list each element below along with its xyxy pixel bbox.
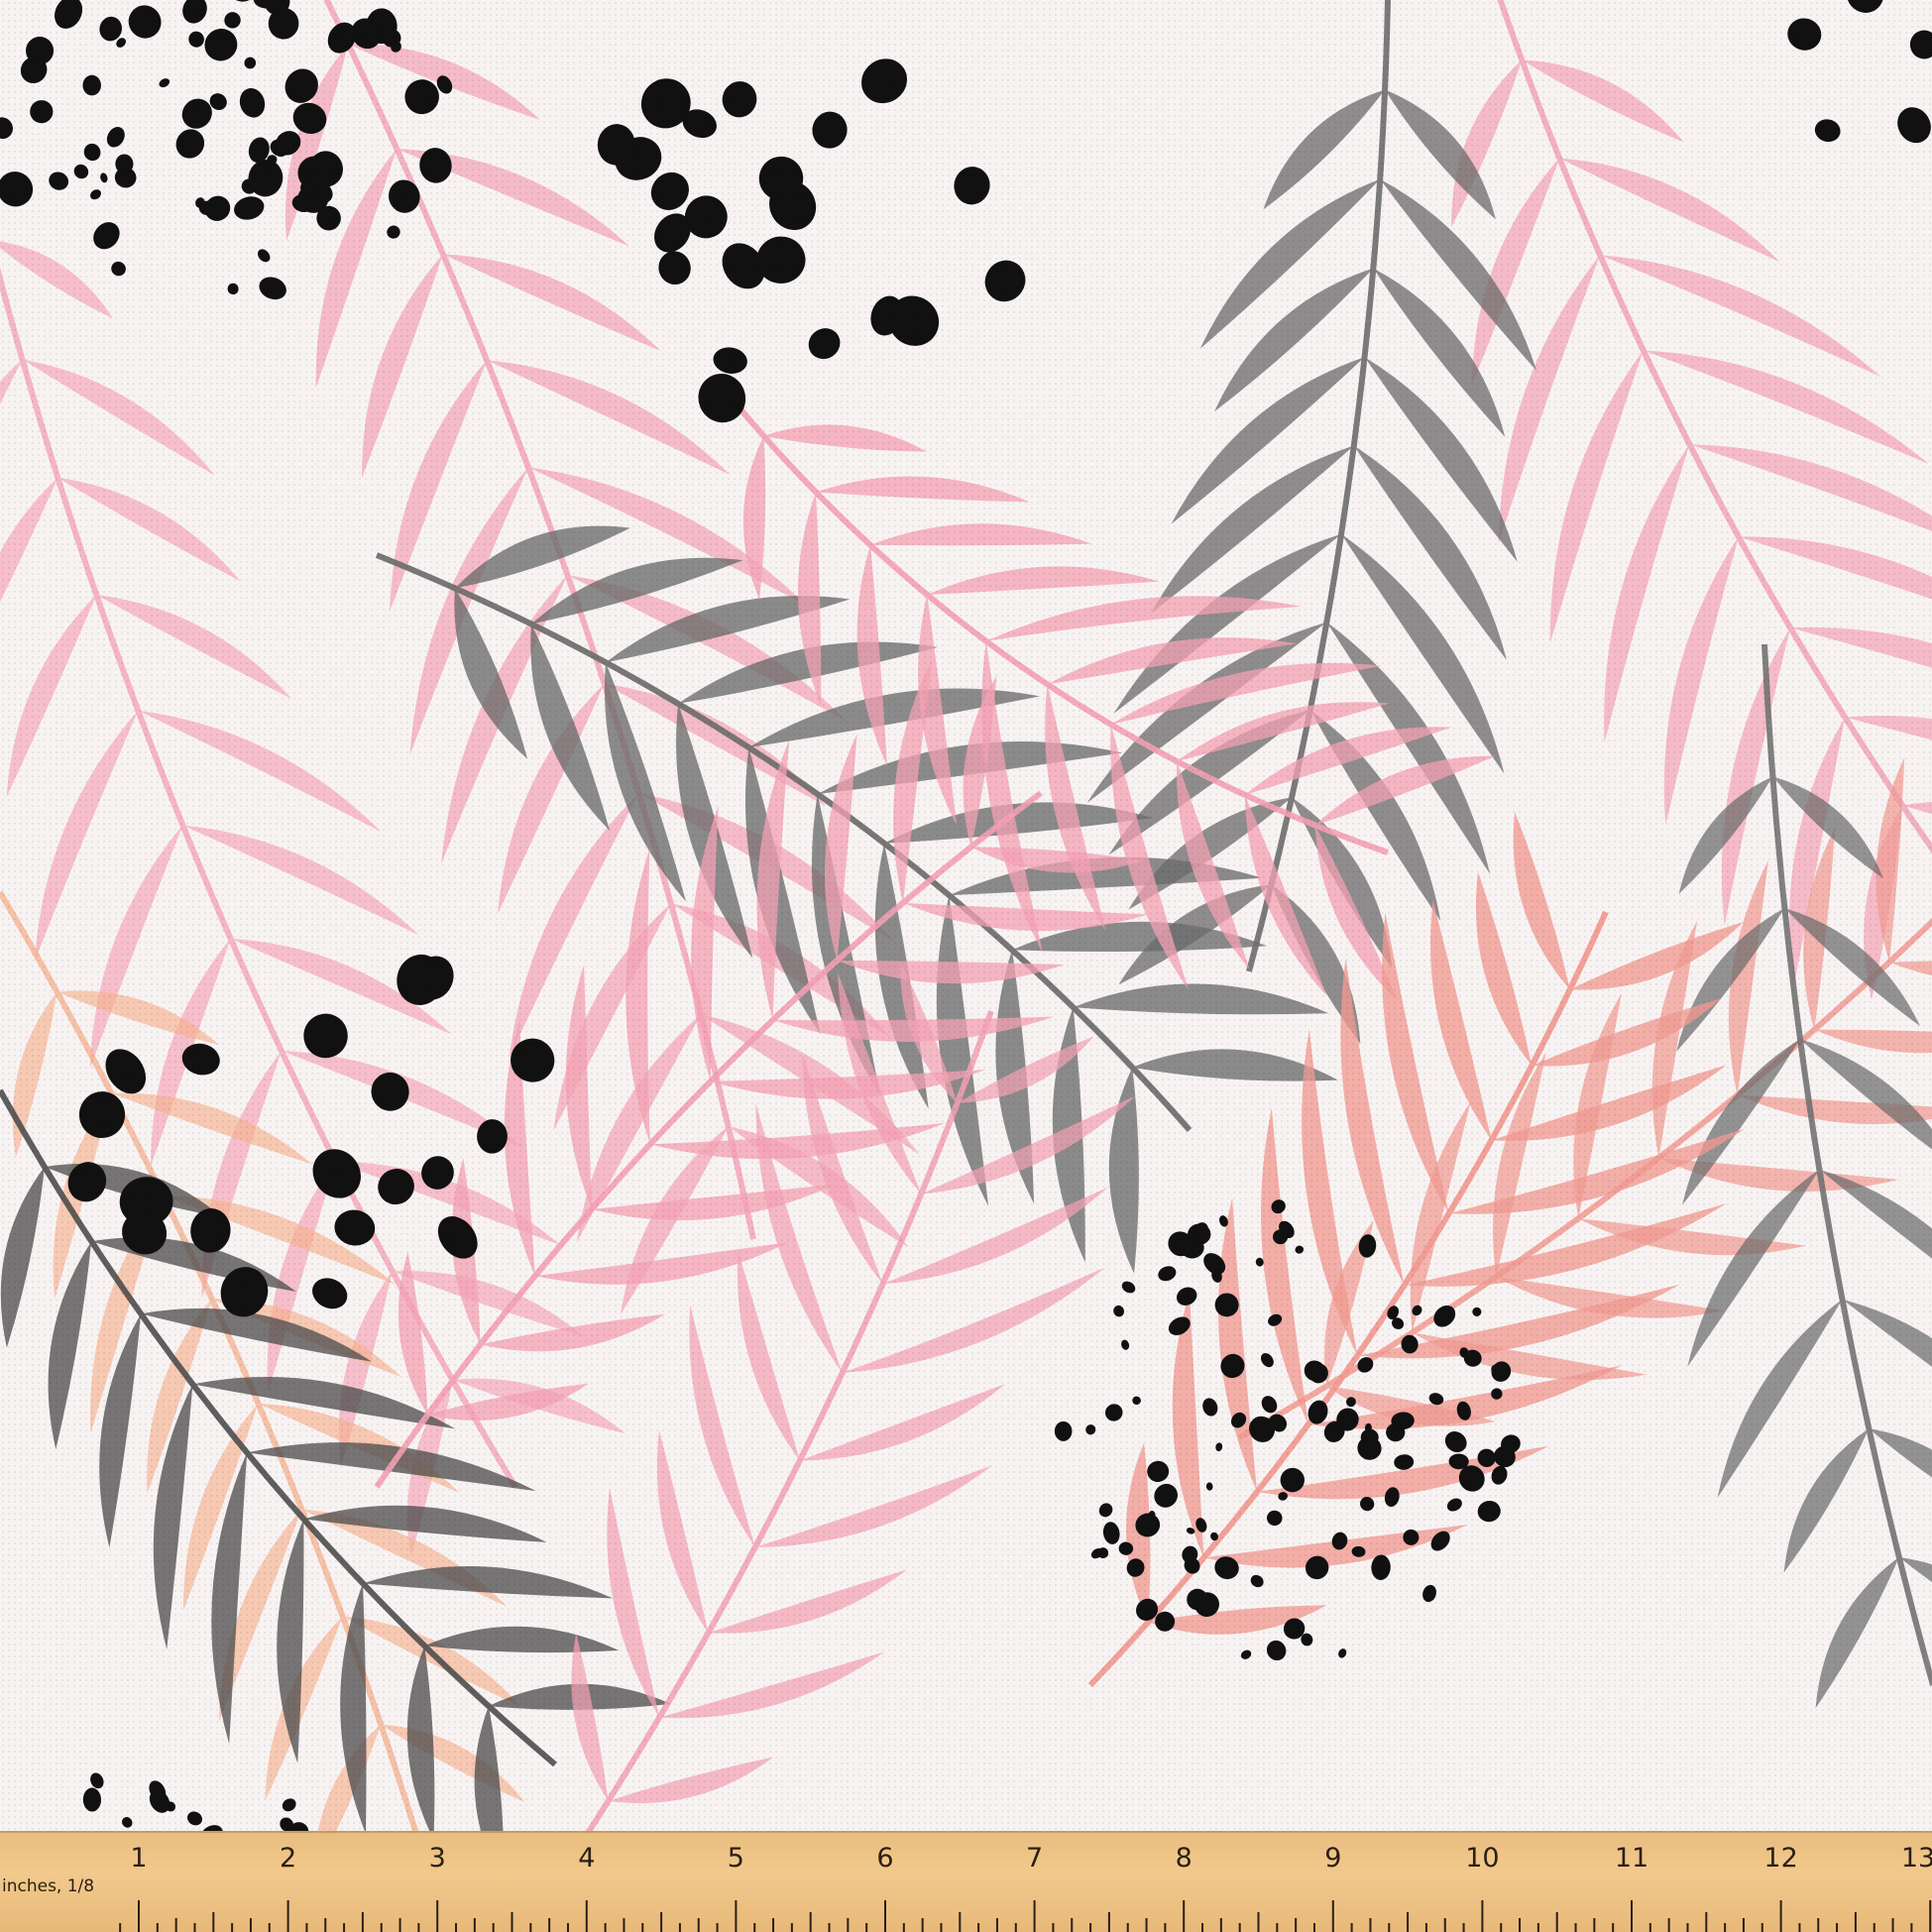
ruler-number: 5	[727, 1843, 744, 1874]
ruler-number: 10	[1465, 1843, 1500, 1874]
ruler-number: 11	[1614, 1843, 1649, 1874]
ruler-unit-label: inches, 1/8	[2, 1876, 95, 1896]
palm-leaf-pattern	[0, 0, 1932, 1932]
ruler-number: 4	[578, 1843, 596, 1874]
ruler-number: 1	[130, 1843, 148, 1874]
ruler-number: 9	[1324, 1843, 1342, 1874]
ruler-number: 13	[1900, 1843, 1932, 1874]
ruler-number: 12	[1763, 1843, 1798, 1874]
fabric-swatch: 1 2 3 4 5 6 7 8 9 10 11 12 13 inches, 1/8	[0, 0, 1932, 1932]
ruler-number: 6	[876, 1843, 894, 1874]
ruler-number: 2	[280, 1843, 297, 1874]
ruler-number: 3	[428, 1843, 446, 1874]
ruler-number: 8	[1175, 1843, 1193, 1874]
measuring-ruler: 1 2 3 4 5 6 7 8 9 10 11 12 13 inches, 1/8	[0, 1831, 1932, 1932]
ruler-number: 7	[1026, 1843, 1044, 1874]
